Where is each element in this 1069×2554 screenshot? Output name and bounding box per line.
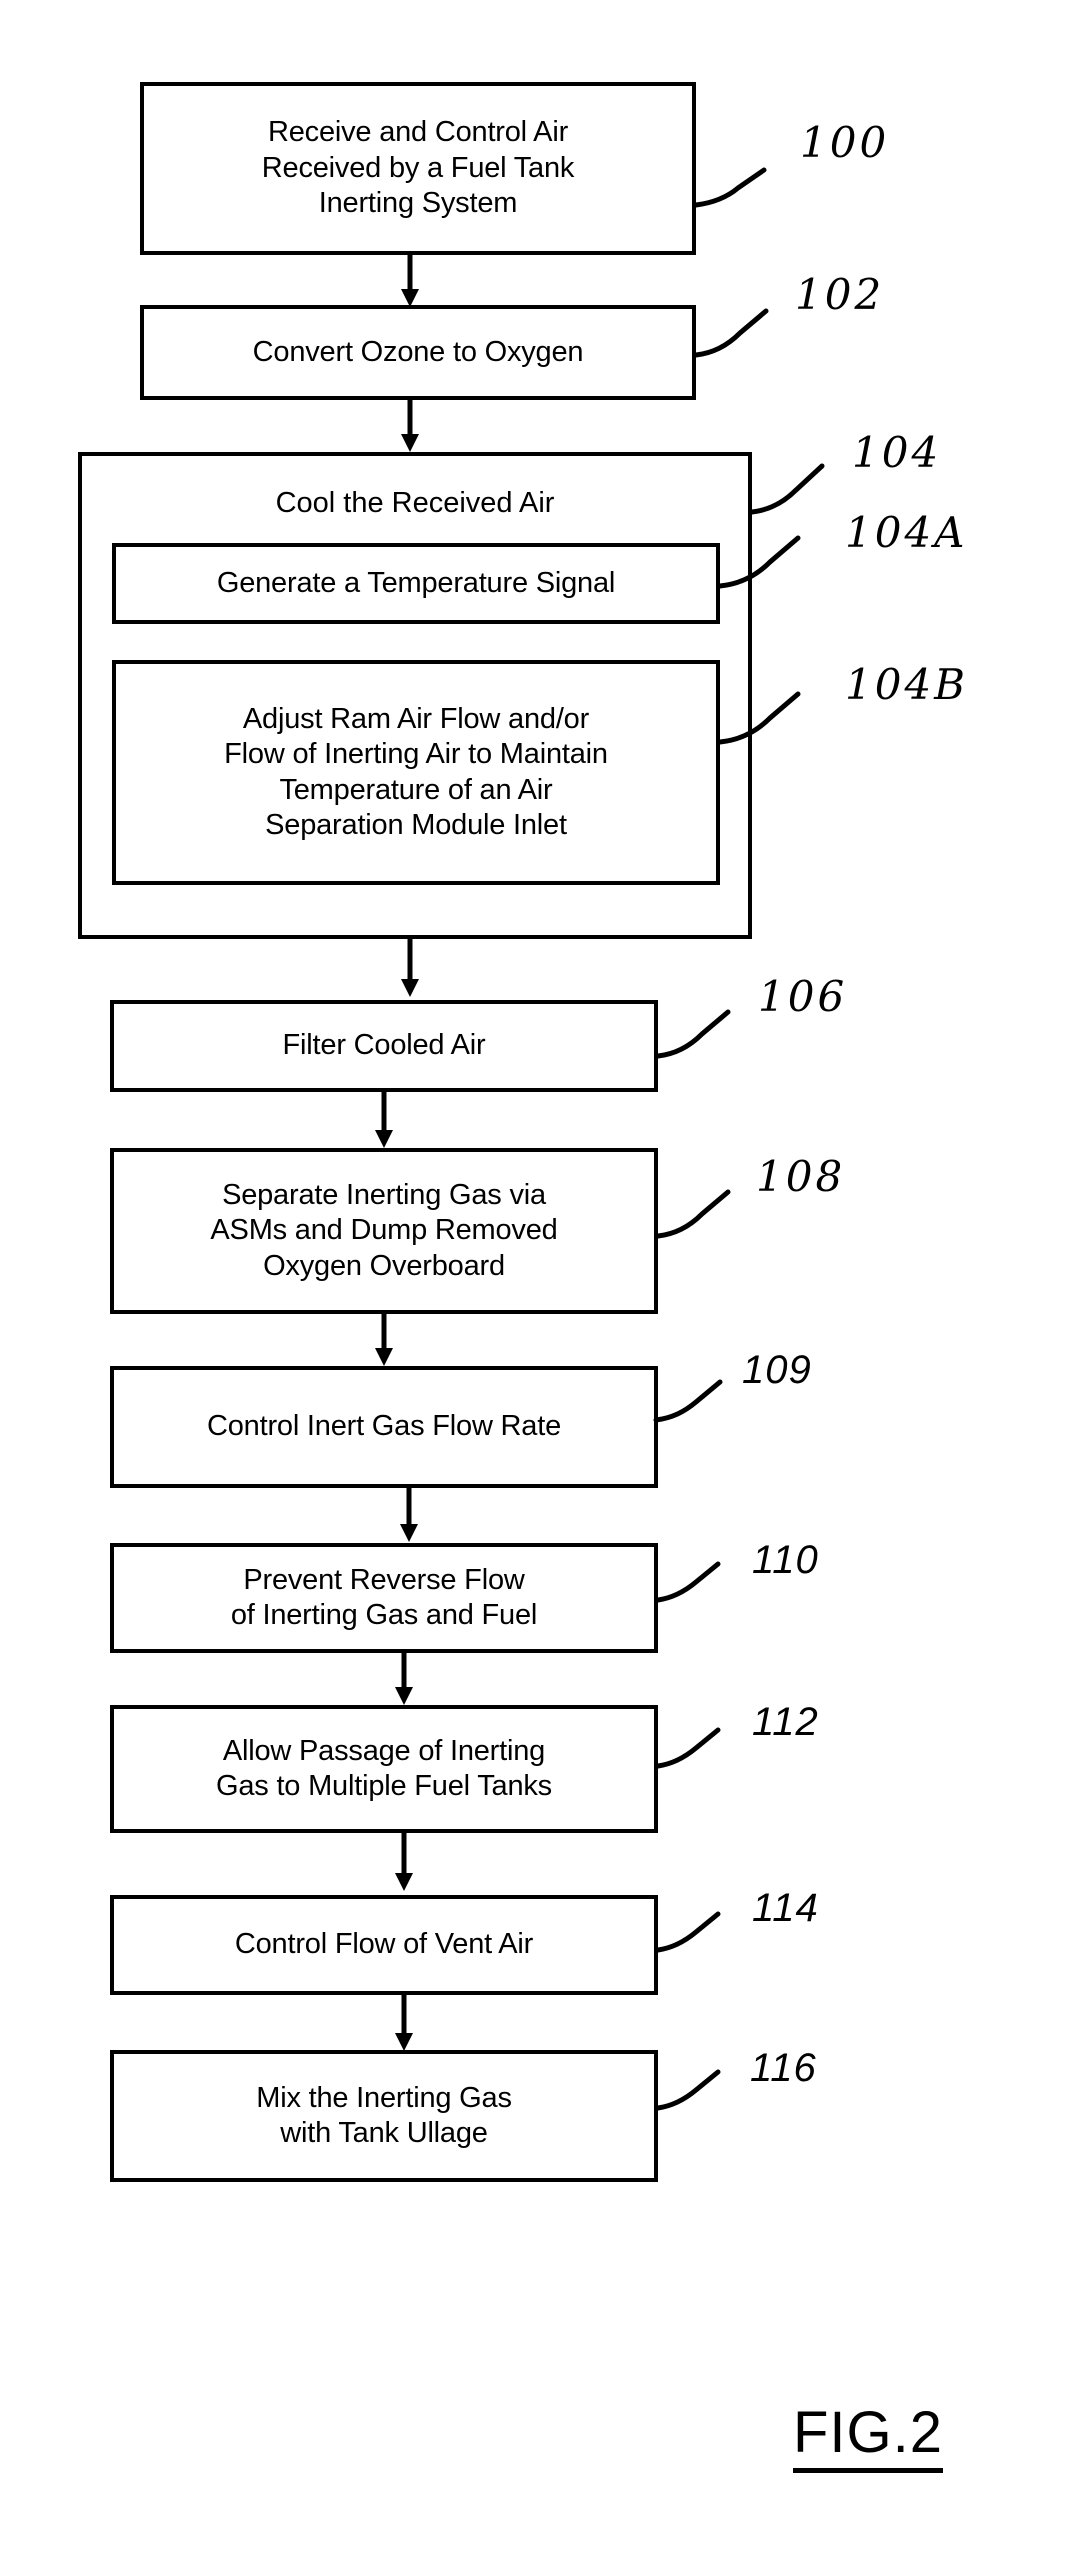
connector-102-104: [401, 398, 419, 452]
ref-numeral-104: 104: [852, 428, 942, 477]
ref-numeral-109: 109: [742, 1348, 812, 1392]
leader-line-110: [655, 1561, 721, 1603]
step-label-102: Convert Ozone to Oxygen: [252, 335, 584, 368]
step-box-100: Receive and Control Air Received by a Fu…: [140, 82, 696, 255]
connector-114-116: [395, 1993, 413, 2051]
figure-caption: FIG.2: [793, 2404, 944, 2473]
ref-numeral-116: 116: [750, 2046, 817, 2090]
ref-numeral-104B: 104B: [845, 660, 969, 709]
step-box-102: Convert Ozone to Oxygen: [140, 305, 696, 400]
connector-112-114: [395, 1831, 413, 1891]
step-label-114: Control Flow of Vent Air: [234, 1928, 534, 1961]
step-label-109: Control Inert Gas Flow Rate: [206, 1410, 561, 1443]
leader-line-112: [655, 1727, 721, 1769]
ref-numeral-112: 112: [752, 1700, 819, 1744]
connector-106-108: [375, 1090, 393, 1148]
leader-line-114: [655, 1911, 721, 1953]
connector-100-102: [401, 253, 419, 307]
step-box-116: Mix the Inerting Gas with Tank Ullage: [110, 2050, 658, 2182]
step-box-112: Allow Passage of Inerting Gas to Multipl…: [110, 1705, 658, 1833]
step-box-106: Filter Cooled Air: [110, 1000, 658, 1092]
connector-104-106: [401, 937, 419, 997]
step-label-104A: Generate a Temperature Signal: [216, 566, 616, 599]
step-box-109: Control Inert Gas Flow Rate: [110, 1366, 658, 1488]
step-box-114: Control Flow of Vent Air: [110, 1895, 658, 1995]
step-label-116: Mix the Inerting Gas with Tank Ullage: [256, 2081, 512, 2149]
step-box-108: Separate Inerting Gas via ASMs and Dump …: [110, 1148, 658, 1314]
ref-numeral-104A: 104A: [845, 508, 968, 557]
step-box-110: Prevent Reverse Flow of Inerting Gas and…: [110, 1543, 658, 1653]
patent-figure: Receive and Control Air Received by a Fu…: [0, 0, 1069, 2554]
connector-108-109: [375, 1312, 393, 1366]
ref-numeral-102: 102: [795, 270, 885, 319]
step-label-104B: Adjust Ram Air Flow and/or Flow of Inert…: [224, 702, 608, 841]
step-box-104A: Generate a Temperature Signal: [112, 543, 720, 624]
step-label-106: Filter Cooled Air: [282, 1029, 486, 1062]
ref-numeral-106: 106: [758, 972, 848, 1021]
step-label-104: Cool the Received Air: [275, 487, 555, 519]
ref-numeral-114: 114: [752, 1886, 819, 1930]
step-label-112: Allow Passage of Inerting Gas to Multipl…: [216, 1734, 552, 1802]
step-label-100: Receive and Control Air Received by a Fu…: [261, 116, 575, 220]
ref-numeral-108: 108: [756, 1152, 846, 1201]
step-label-110: Prevent Reverse Flow of Inerting Gas and…: [230, 1563, 538, 1631]
step-label-108: Separate Inerting Gas via ASMs and Dump …: [210, 1178, 558, 1282]
connector-109-110: [400, 1486, 418, 1542]
leader-line-116: [655, 2069, 721, 2111]
connector-110-112: [395, 1651, 413, 1705]
ref-numeral-110: 110: [752, 1538, 819, 1582]
ref-numeral-100: 100: [800, 118, 890, 167]
step-box-104B: Adjust Ram Air Flow and/or Flow of Inert…: [112, 660, 720, 885]
